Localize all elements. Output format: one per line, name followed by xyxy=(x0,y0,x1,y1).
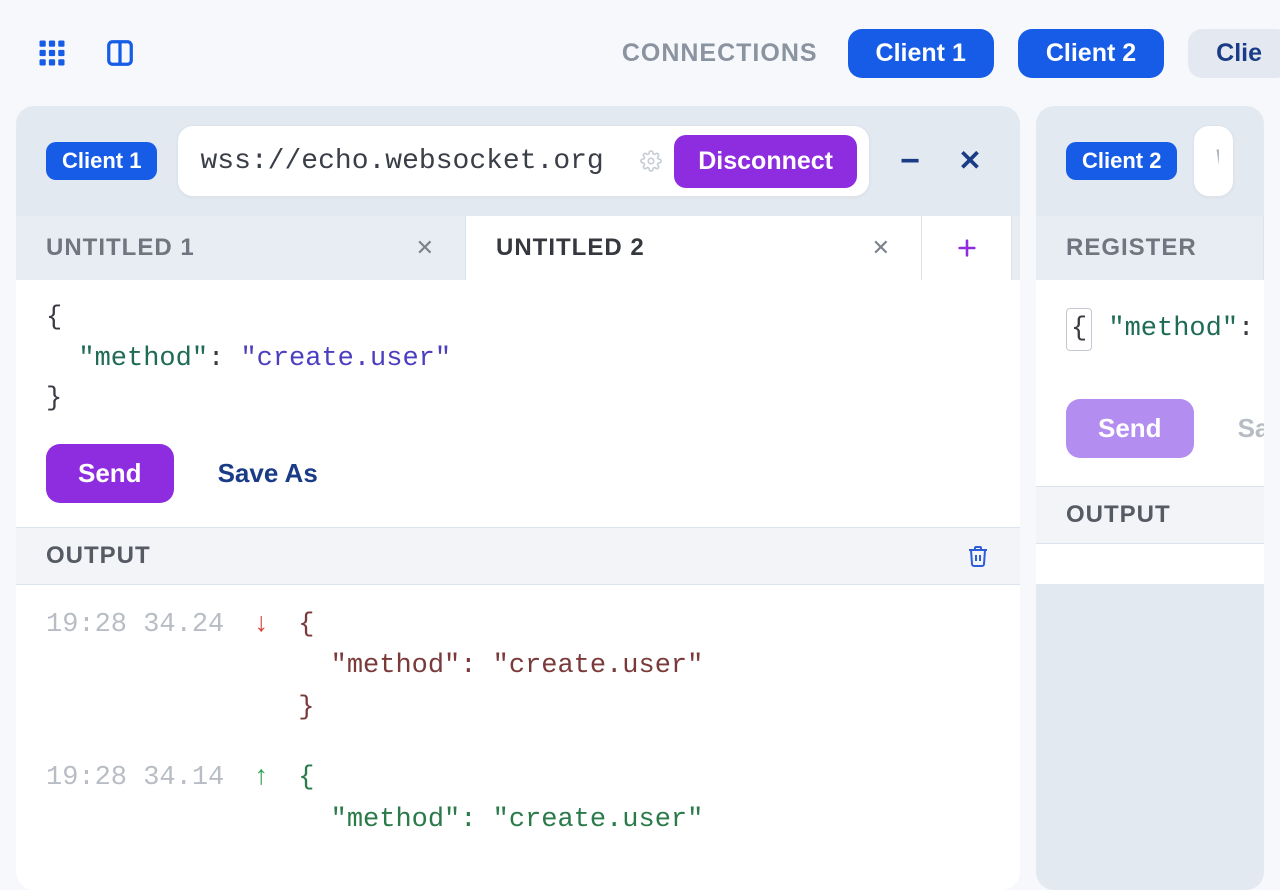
code-block: { "method": "create.user" } xyxy=(46,298,990,420)
panel-header: Client 2 xyxy=(1036,106,1264,216)
editor-area[interactable]: { "method": " Send Sa xyxy=(1036,280,1264,486)
tabs-row: UNTITLED 1 ✕ UNTITLED 2 ✕ xyxy=(16,216,1020,280)
log-entry: 19:28 34.24 ↓ { "method": "create.user" … xyxy=(46,605,990,731)
tab-label: REGISTER xyxy=(1066,234,1197,262)
save-as-button[interactable]: Sa xyxy=(1238,413,1264,444)
tab-register[interactable]: REGISTER xyxy=(1036,216,1264,280)
url-box: Disconnect xyxy=(177,125,870,197)
send-button[interactable]: Send xyxy=(46,444,174,503)
output-header: OUTPUT xyxy=(1036,486,1264,544)
client-panel-2: Client 2 REGISTER { "method": " Send Sa … xyxy=(1036,106,1264,890)
close-icon[interactable]: ✕ xyxy=(416,235,435,261)
grid-icon[interactable] xyxy=(30,31,74,75)
arrow-down-icon: ↓ xyxy=(248,605,274,731)
connection-pill-client-1[interactable]: Client 1 xyxy=(848,29,994,78)
client-badge: Client 1 xyxy=(46,142,157,180)
gear-icon[interactable] xyxy=(640,150,662,172)
output-header: OUTPUT xyxy=(16,527,1020,585)
disconnect-button[interactable]: Disconnect xyxy=(674,135,857,188)
tab-label: UNTITLED 2 xyxy=(496,234,645,262)
output-log xyxy=(1036,544,1264,584)
add-tab-button[interactable] xyxy=(922,216,1012,280)
client-panel-1: Client 1 Disconnect − ✕ UNTITLED 1 ✕ UNT… xyxy=(16,106,1020,890)
editor-area[interactable]: { "method": "create.user" } Send Save As xyxy=(16,280,1020,527)
tab-label: UNTITLED 1 xyxy=(46,234,195,262)
editor-actions: Send Save As xyxy=(46,444,990,503)
save-as-button[interactable]: Save As xyxy=(218,458,318,489)
output-label: OUTPUT xyxy=(1066,501,1171,529)
tab-untitled-1[interactable]: UNTITLED 1 ✕ xyxy=(16,216,466,280)
editor-actions: Send Sa xyxy=(1066,399,1234,458)
connection-pill-client-2[interactable]: Client 2 xyxy=(1018,29,1164,78)
split-columns-icon[interactable] xyxy=(98,31,142,75)
url-box xyxy=(1193,125,1234,197)
send-button[interactable]: Send xyxy=(1066,399,1194,458)
panels-row: Client 1 Disconnect − ✕ UNTITLED 1 ✕ UNT… xyxy=(0,106,1280,890)
close-button[interactable]: ✕ xyxy=(950,147,990,175)
tab-untitled-2[interactable]: UNTITLED 2 ✕ xyxy=(466,216,922,280)
url-input[interactable] xyxy=(1214,145,1221,178)
output-log: 19:28 34.24 ↓ { "method": "create.user" … xyxy=(16,585,1020,890)
topbar: CONNECTIONS Client 1 Client 2 Clie xyxy=(0,0,1280,106)
client-badge: Client 2 xyxy=(1066,142,1177,180)
output-label: OUTPUT xyxy=(46,542,151,570)
connections-label: CONNECTIONS xyxy=(622,39,818,68)
connection-pill-client-3[interactable]: Clie xyxy=(1188,29,1280,78)
url-input[interactable] xyxy=(198,145,628,178)
panel-header: Client 1 Disconnect − ✕ xyxy=(16,106,1020,216)
log-timestamp: 19:28 34.24 xyxy=(46,605,224,731)
minimize-button[interactable]: − xyxy=(890,144,930,178)
code-block: { "method": " xyxy=(1066,308,1234,351)
log-body: { "method": "create.user" } xyxy=(298,605,703,731)
tabs-row: REGISTER xyxy=(1036,216,1264,280)
close-icon[interactable]: ✕ xyxy=(872,235,891,261)
trash-icon[interactable] xyxy=(966,544,990,568)
